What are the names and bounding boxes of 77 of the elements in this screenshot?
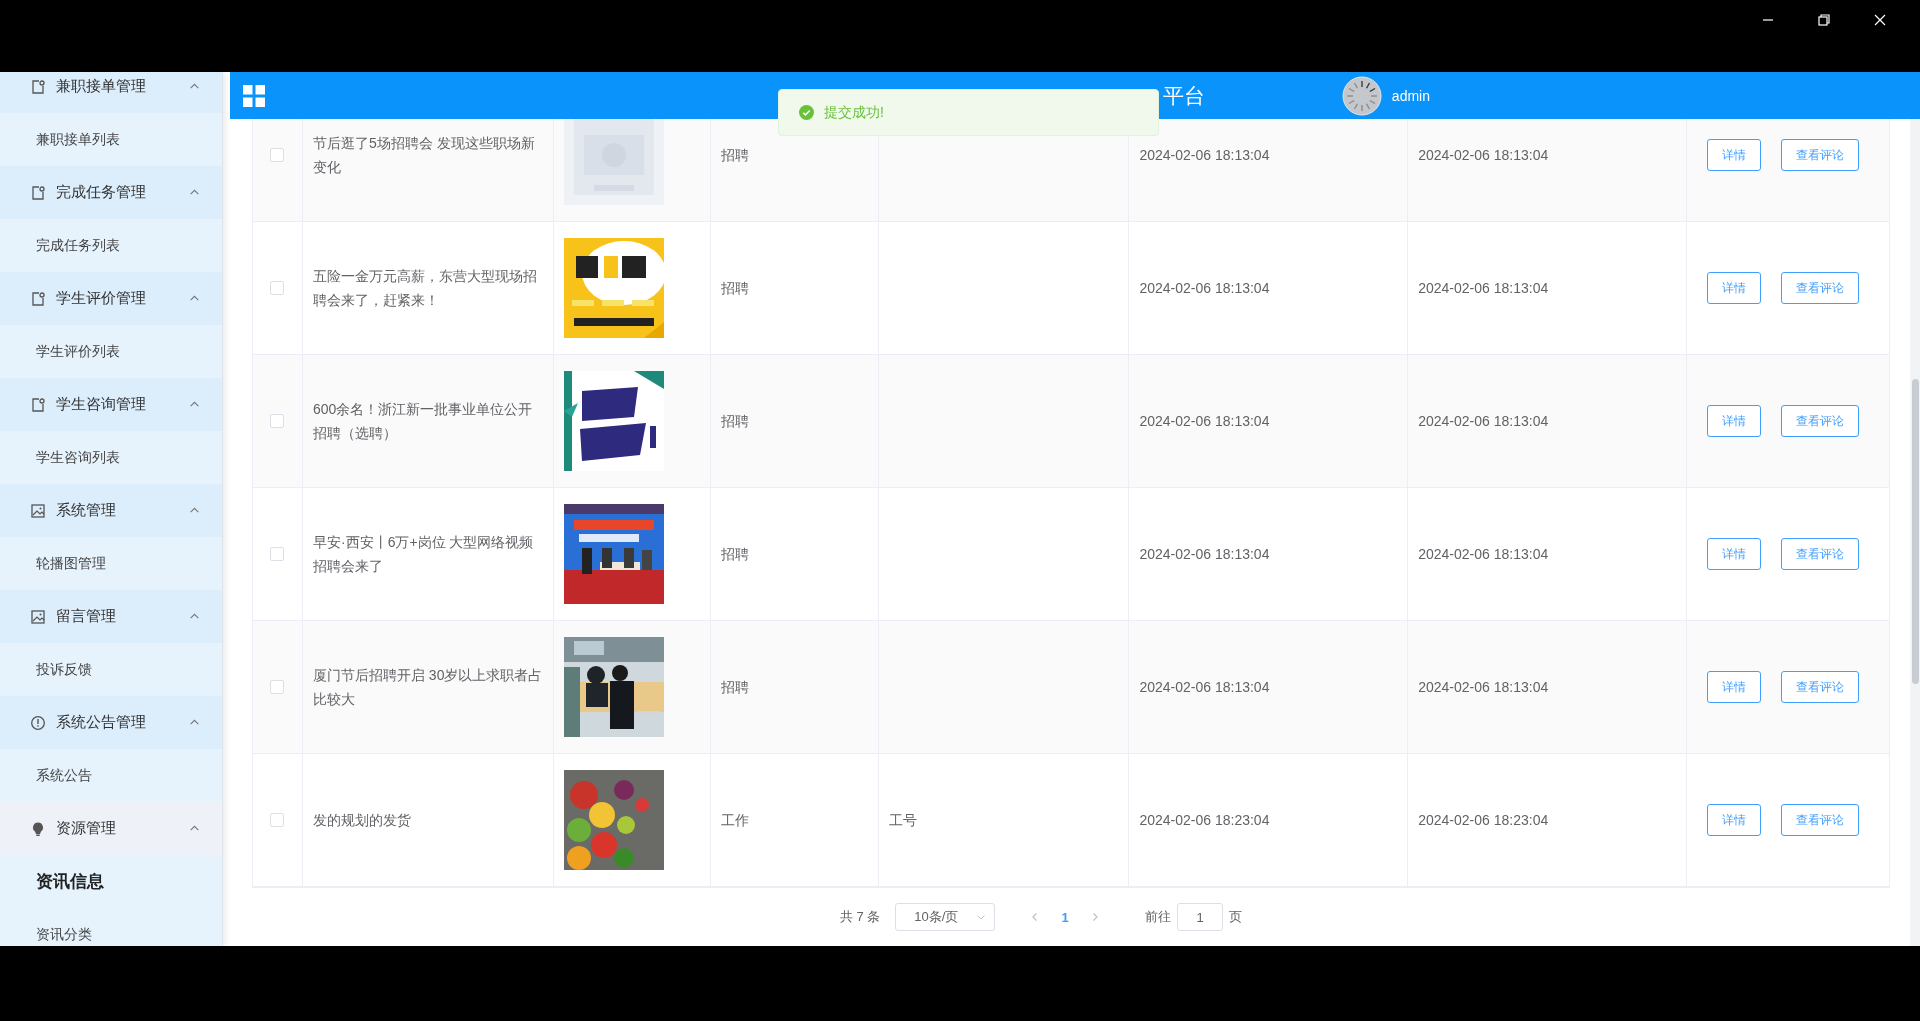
avatar-icon[interactable]	[1341, 75, 1382, 116]
lightbulb-icon	[30, 820, 46, 837]
timestamp: 2024-02-06 18:13:04	[1418, 544, 1549, 564]
menu-item[interactable]: 投诉反馈	[0, 643, 222, 696]
menu-group[interactable]: 完成任务管理	[0, 166, 222, 219]
checkbox[interactable]	[270, 547, 285, 561]
news-title: 节后逛了5场招聘会 发现这些职场新变化	[313, 133, 536, 177]
checkbox[interactable]	[270, 414, 285, 428]
category-text: 招聘	[720, 145, 749, 165]
category-text: 工作	[720, 810, 749, 830]
menu-item[interactable]: 完成任务列表	[0, 219, 222, 272]
category-text: 招聘	[720, 544, 749, 564]
checkbox[interactable]	[270, 813, 285, 827]
checkbox[interactable]	[270, 148, 285, 162]
document-icon	[30, 396, 46, 413]
menu-group-label: 完成任务管理	[56, 183, 147, 202]
restore-icon[interactable]	[1817, 13, 1831, 27]
image-icon	[30, 608, 46, 625]
info-icon	[30, 714, 46, 731]
menu-group[interactable]: 留言管理	[0, 590, 222, 643]
news-title: 厦门节后招聘开启 30岁以上求职者占比较大	[313, 665, 543, 709]
table-cell-text: 工号	[888, 810, 917, 830]
menu-group-label: 留言管理	[56, 607, 117, 626]
menu-group-label: 系统管理	[56, 501, 117, 520]
menu-item[interactable]: 资讯信息	[0, 855, 222, 908]
menu-group[interactable]: 资源管理	[0, 802, 222, 855]
menu-group[interactable]: 兼职接单管理	[0, 72, 222, 113]
timestamp: 2024-02-06 18:13:04	[1418, 278, 1549, 298]
category-text: 招聘	[720, 677, 749, 697]
timestamp: 2024-02-06 18:13:04	[1139, 145, 1270, 165]
news-title: 发的规划的发货	[313, 810, 411, 830]
grid-menu-icon[interactable]	[243, 84, 265, 107]
document-icon	[30, 290, 46, 307]
menu-group-label: 兼职接单管理	[56, 77, 147, 96]
menu-group[interactable]: 系统公告管理	[0, 696, 222, 749]
document-icon	[30, 184, 46, 201]
app-title: 平台	[1163, 82, 1205, 109]
check-circle-icon	[799, 105, 814, 120]
timestamp: 2024-02-06 18:13:04	[1139, 278, 1270, 298]
timestamp: 2024-02-06 18:13:04	[1418, 145, 1549, 165]
timestamp: 2024-02-06 18:13:04	[1139, 677, 1270, 697]
close-icon[interactable]	[1873, 13, 1887, 27]
menu-group-label: 资源管理	[56, 819, 117, 838]
goto-label: 前往	[1145, 908, 1172, 926]
checkbox[interactable]	[270, 680, 285, 694]
news-title: 早安·西安丨6万+岗位 大型网络视频招聘会来了	[313, 532, 535, 576]
timestamp: 2024-02-06 18:13:04	[1139, 544, 1270, 564]
category-text: 招聘	[720, 278, 749, 298]
menu-group[interactable]: 学生咨询管理	[0, 378, 222, 431]
timestamp: 2024-02-06 18:13:04	[1418, 677, 1549, 697]
image-icon	[30, 502, 46, 519]
page-size-select[interactable]: 10条/页	[895, 903, 996, 931]
page-suffix: 页	[1229, 908, 1243, 926]
total-count: 共 7 条	[839, 908, 881, 926]
menu-group[interactable]: 学生评价管理	[0, 272, 222, 325]
menu-group-label: 学生评价管理	[56, 289, 147, 308]
timestamp: 2024-02-06 18:13:04	[1139, 411, 1270, 431]
timestamp: 2024-02-06 18:23:04	[1139, 810, 1270, 830]
menu-group-label: 系统公告管理	[56, 713, 147, 732]
document-icon	[30, 78, 46, 95]
chevron-down-icon	[976, 912, 987, 922]
news-title: 600余名！浙江新一批事业单位公开招聘（选聘）	[313, 399, 534, 443]
menu-group[interactable]: 系统管理	[0, 484, 222, 537]
menu-item[interactable]: 学生咨询列表	[0, 431, 222, 484]
timestamp: 2024-02-06 18:13:04	[1418, 411, 1549, 431]
menu-item[interactable]: 学生评价列表	[0, 325, 222, 378]
page-input[interactable]: 1	[1177, 903, 1224, 931]
news-title: 五险一金万元高薪，东营大型现场招聘会来了，赶紧来！	[313, 266, 538, 310]
checkbox[interactable]	[270, 281, 285, 295]
category-text: 招聘	[720, 411, 749, 431]
menu-item[interactable]: 资讯分类	[0, 908, 222, 946]
menu-item[interactable]: 轮播图管理	[0, 537, 222, 590]
timestamp: 2024-02-06 18:23:04	[1418, 810, 1549, 830]
menu-item[interactable]: 系统公告	[0, 749, 222, 802]
menu-item[interactable]: 兼职接单列表	[0, 113, 222, 166]
toast-message: 提交成功!	[824, 103, 884, 122]
menu-group-label: 学生咨询管理	[56, 395, 147, 414]
